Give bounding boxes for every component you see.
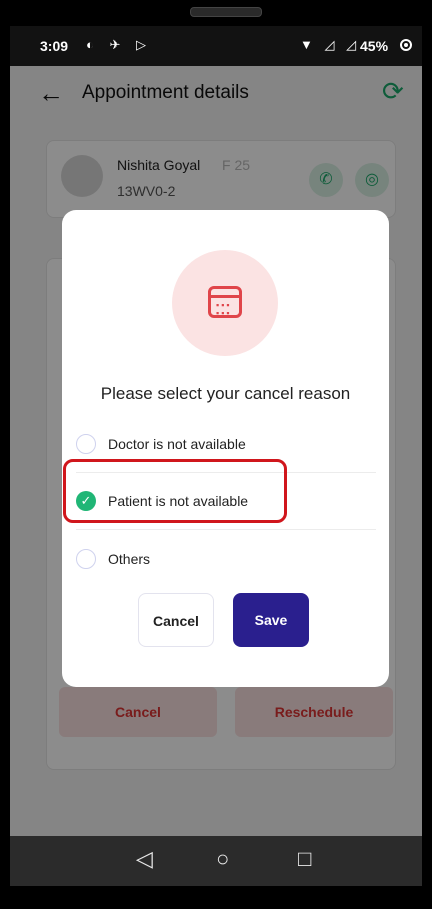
radio-unchecked-icon[interactable] [76,434,96,454]
dialog-heading: Please select your cancel reason [100,384,351,403]
option-others[interactable]: Others [76,541,376,581]
back-nav-icon[interactable]: ◁ [136,846,153,872]
notification-icons: ◐ ✈ ▷ [86,37,152,52]
cancel-reason-dialog: ▪▪▪ ▪▪▪ Please select your cancel reason … [62,210,389,687]
system-nav-bar: ◁ ○ □ [10,836,422,886]
selection-highlight [63,459,287,523]
home-nav-icon[interactable]: ○ [216,846,229,872]
recents-nav-icon[interactable]: □ [298,846,311,872]
divider [76,529,376,530]
option-label: Doctor is not available [108,436,246,452]
option-label: Others [108,551,151,567]
device-frame: 3:09 ◐ ✈ ▷ ▼ ◿ ◿ 45% ← Appointment detai… [0,0,432,909]
device-notch [190,7,262,17]
battery-icon [400,39,412,51]
status-bar: 3:09 ◐ ✈ ▷ ▼ ◿ ◿ 45% [10,26,422,66]
radio-unchecked-icon[interactable] [76,549,96,569]
signal-icons: ▼ ◿ ◿ [300,37,361,52]
battery-level: 45% [360,38,389,54]
cancel-button[interactable]: Cancel [138,593,214,647]
save-button[interactable]: Save [233,593,309,647]
phone-screen: 3:09 ◐ ✈ ▷ ▼ ◿ ◿ 45% ← Appointment detai… [10,26,422,886]
calendar-icon: ▪▪▪ ▪▪▪ [208,286,242,318]
status-time: 3:09 [40,38,69,54]
calendar-icon-badge: ▪▪▪ ▪▪▪ [172,250,278,356]
